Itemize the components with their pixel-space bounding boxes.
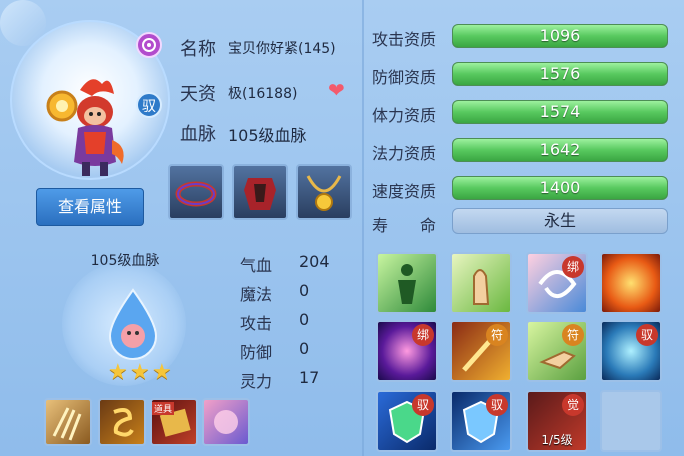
stat-value: 204 [299, 252, 330, 271]
green-silhouette-icon[interactable] [376, 252, 438, 314]
aptitude-label: 攻击资质 [372, 30, 437, 49]
name-label: 名称 [180, 39, 216, 60]
pet-sprite [46, 79, 124, 176]
skill-tag: 驭 [486, 394, 508, 416]
bar-value: 1400 [539, 178, 581, 197]
lifespan-value: 永生 [452, 208, 668, 234]
claw-strike-icon[interactable] [44, 398, 92, 446]
equipment-necklace[interactable] [296, 164, 352, 220]
stat-label: 魔法 [240, 285, 273, 304]
bar-value: 1574 [539, 102, 581, 121]
defense-aptitude-bar: 1576 [452, 62, 668, 86]
stat-label: 灵力 [240, 372, 273, 391]
lion-spirit-icon[interactable]: 驭 [600, 320, 662, 382]
praying-hand-icon[interactable] [450, 252, 512, 314]
empty-skill-slot[interactable] [600, 390, 662, 452]
skill-tag: 绑 [562, 256, 584, 278]
lifespan-label: 寿 命 [372, 216, 437, 235]
skill-tag: 驭 [412, 394, 434, 416]
aptitude-value: 极(16188) [228, 86, 298, 102]
bloodline-drop-icon [108, 288, 158, 360]
golden-symbol-icon[interactable] [98, 398, 146, 446]
pet-type-icon [136, 32, 162, 58]
skill-tag: 绑 [412, 324, 434, 346]
bind-badge: 驭 [136, 92, 162, 118]
swirl-icon[interactable]: 绑 [526, 252, 588, 314]
stat-label: 防御 [240, 343, 273, 362]
skill-tag: 符 [562, 324, 584, 346]
pointing-hand-icon[interactable]: 符 [526, 320, 588, 382]
bloodline-title: 105级血脉 [90, 253, 160, 269]
star-icon: ★ [108, 360, 128, 385]
equipment-collar[interactable] [168, 164, 224, 220]
stat-label: 攻击 [240, 314, 273, 333]
pink-aura-icon[interactable] [202, 398, 250, 446]
aptitude-label: 速度资质 [372, 182, 437, 201]
bar-value: 1642 [539, 140, 581, 159]
skill-tag: 驭 [636, 324, 658, 346]
bar-value: 1576 [539, 64, 581, 83]
aptitude-label: 天资 [180, 84, 216, 105]
aptitude-label: 法力资质 [372, 144, 437, 163]
item-tag: 道具 [152, 402, 175, 415]
speed-aptitude-bar: 1400 [452, 176, 668, 200]
magic-aptitude-bar: 1642 [452, 138, 668, 162]
star-icon: ★ [130, 360, 150, 385]
view-attributes-button[interactable]: 查看属性 [36, 188, 144, 226]
scroll-icon[interactable]: 道具 [150, 398, 198, 446]
fireball-icon[interactable] [600, 252, 662, 314]
vortex-icon[interactable]: 绑 [376, 320, 438, 382]
equipment-armor[interactable] [232, 164, 288, 220]
stat-label: 气血 [240, 256, 273, 275]
bloodline-label: 血脉 [180, 124, 216, 145]
bloodline-value: 105级血脉 [228, 126, 307, 145]
aptitude-label: 防御资质 [372, 68, 437, 87]
star-icon: ★ [152, 360, 172, 385]
green-shield-icon[interactable]: 驭 [376, 390, 438, 452]
awaken-icon[interactable]: 觉 1/5级 [526, 390, 588, 452]
heart-icon[interactable]: ❤ [328, 80, 345, 100]
vitality-aptitude-bar: 1574 [452, 100, 668, 124]
skill-level: 1/5级 [541, 433, 573, 447]
aptitude-label: 体力资质 [372, 106, 437, 125]
bar-value: 1096 [539, 26, 581, 45]
name-value: 宝贝你好紧(145) [228, 41, 336, 57]
stat-value: 0 [299, 281, 310, 300]
stat-value: 0 [299, 339, 310, 358]
pet-info-panel: 驭 名称 宝贝你好紧(145) 天资 极(16188) ❤ 血脉 105级血脉 … [0, 0, 684, 456]
blue-shield-icon[interactable]: 驭 [450, 390, 512, 452]
stat-value: 0 [299, 310, 310, 329]
sword-strike-icon[interactable]: 符 [450, 320, 512, 382]
panel-divider [362, 0, 364, 456]
attack-aptitude-bar: 1096 [452, 24, 668, 48]
stat-value: 17 [299, 368, 320, 387]
skill-tag: 觉 [562, 394, 584, 416]
skill-tag: 符 [486, 324, 508, 346]
